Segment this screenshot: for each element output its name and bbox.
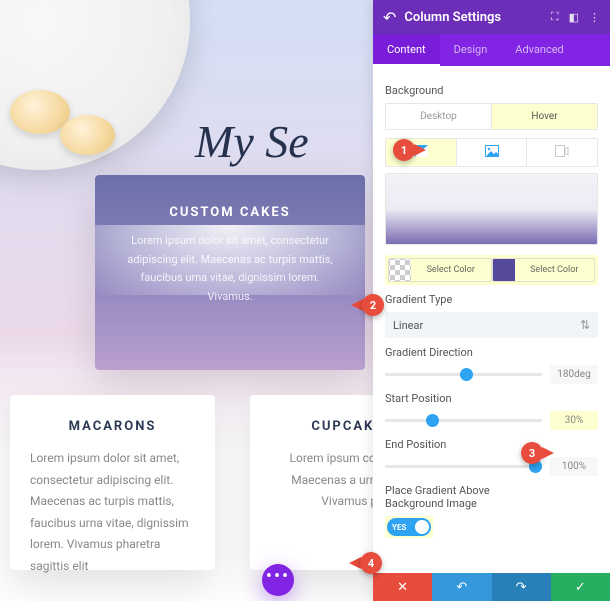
panel-actions: ✕ ↶ ↷ ✓	[373, 573, 610, 601]
end-position-value[interactable]: 100%	[550, 457, 598, 476]
card-macarons[interactable]: MACARONS Lorem ipsum dolor sit amet, con…	[10, 395, 215, 570]
end-position-label: End Position	[385, 438, 598, 451]
callout-3: 3	[521, 442, 554, 464]
image-icon	[485, 145, 499, 157]
slider-thumb[interactable]	[426, 414, 439, 427]
close-icon: ✕	[397, 580, 408, 595]
start-position-slider[interactable]	[385, 419, 542, 422]
select-arrows-icon: ⇅	[580, 318, 590, 332]
macaron-image	[60, 115, 115, 155]
color-stop-2: Select Color	[492, 258, 596, 282]
callout-bubble: 1	[393, 139, 415, 161]
callout-2: 2	[351, 294, 384, 316]
snap-icon[interactable]: ◧	[569, 11, 579, 24]
fab-button[interactable]: •••	[262, 564, 294, 596]
gradient-type-value: Linear	[393, 319, 423, 332]
callout-4: 4	[349, 552, 382, 574]
card-body: Lorem ipsum dolor sit amet, consectetur …	[119, 232, 341, 307]
background-label: Background	[385, 84, 598, 97]
expand-icon[interactable]: ⛶	[551, 10, 559, 24]
card-title: CUSTOM CAKES	[119, 205, 341, 220]
callout-1: 1	[393, 139, 426, 161]
tab-design[interactable]: Design	[440, 34, 502, 66]
card-custom-cakes[interactable]: CUSTOM CAKES Lorem ipsum dolor sit amet,…	[95, 175, 365, 370]
device-desktop[interactable]: Desktop	[386, 104, 491, 129]
gradient-direction-label: Gradient Direction	[385, 346, 598, 359]
slider-thumb[interactable]	[460, 368, 473, 381]
gradient-type-select[interactable]: Linear ⇅	[385, 312, 598, 338]
gradient-colors: Select Color Select Color	[385, 255, 598, 285]
select-color-button[interactable]: Select Color	[411, 260, 491, 280]
callout-bubble: 3	[521, 442, 543, 464]
card-body: Lorem ipsum dolor sit amet, consectetur …	[30, 448, 195, 578]
settings-panel: ↶ Column Settings ⛶ ◧ ⋮ Content Design A…	[373, 0, 610, 601]
redo-icon: ↷	[516, 580, 527, 595]
direction-value[interactable]: 180deg	[550, 365, 598, 384]
check-icon: ✓	[575, 580, 586, 595]
start-position-value[interactable]: 30%	[550, 411, 598, 430]
gradient-type-label: Gradient Type	[385, 293, 598, 306]
page-heading: My Se	[195, 115, 309, 168]
place-above-toggle[interactable]: YES	[387, 518, 431, 536]
place-above-label-2: Background Image	[385, 497, 598, 510]
device-tabs: Desktop Hover	[385, 103, 598, 130]
undo-button[interactable]: ↶	[432, 573, 491, 601]
color-stop-1: Select Color	[388, 258, 492, 282]
discard-button[interactable]: ✕	[373, 573, 432, 601]
start-position-label: Start Position	[385, 392, 598, 405]
redo-button[interactable]: ↷	[492, 573, 551, 601]
toggle-text: YES	[392, 523, 406, 532]
select-color-button[interactable]: Select Color	[515, 260, 595, 280]
video-icon	[555, 145, 569, 157]
bg-type-video[interactable]	[526, 139, 597, 166]
tab-advanced[interactable]: Advanced	[501, 34, 577, 66]
tab-content[interactable]: Content	[373, 34, 440, 66]
purple-swatch[interactable]	[493, 259, 515, 281]
bg-type-image[interactable]	[456, 139, 527, 166]
callout-bubble: 4	[360, 552, 382, 574]
card-title: MACARONS	[30, 419, 195, 434]
toggle-knob	[415, 520, 429, 534]
save-button[interactable]: ✓	[551, 573, 610, 601]
callout-bubble: 2	[362, 294, 384, 316]
back-icon[interactable]: ↶	[383, 8, 396, 27]
menu-icon[interactable]: ⋮	[589, 11, 600, 24]
end-position-slider[interactable]	[385, 465, 542, 468]
panel-title: Column Settings	[404, 10, 540, 25]
panel-header: ↶ Column Settings ⛶ ◧ ⋮	[373, 0, 610, 34]
place-above-label-1: Place Gradient Above	[385, 484, 598, 497]
direction-slider[interactable]	[385, 373, 542, 376]
transparent-swatch[interactable]	[389, 259, 411, 281]
undo-icon: ↶	[456, 580, 467, 595]
panel-tabs: Content Design Advanced	[373, 34, 610, 66]
gradient-preview	[385, 173, 598, 245]
device-hover[interactable]: Hover	[491, 104, 597, 129]
